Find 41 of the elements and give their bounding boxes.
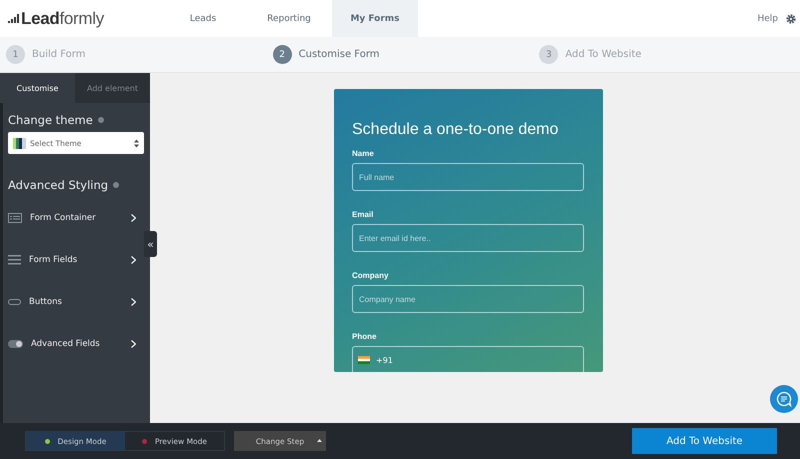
step-number: 2 — [272, 45, 292, 64]
chat-bubble-icon — [776, 391, 792, 407]
step-label[interactable]: Customise Form — [298, 49, 380, 60]
settings-icon[interactable] — [786, 14, 796, 24]
add-to-website-button[interactable]: Add To Website — [632, 428, 777, 454]
sort-arrows-icon — [134, 138, 139, 148]
caret-icon — [317, 439, 322, 442]
styling-menu-item[interactable]: Form Fields — [3, 239, 142, 281]
help-link[interactable]: Help — [757, 14, 778, 24]
text-field[interactable]: Enter email id here.. — [352, 224, 584, 252]
flag-icon — [358, 356, 370, 364]
phone-field[interactable]: +91 — [352, 346, 584, 372]
chat-button[interactable] — [770, 385, 798, 413]
field-label: Email — [352, 210, 374, 219]
step-number: 3 — [539, 45, 558, 64]
section-heading: Advanced Styling — [8, 178, 108, 192]
signal-bars-icon — [8, 14, 19, 23]
theme-swatch-icon — [13, 138, 26, 148]
chevron-right-icon — [131, 214, 136, 222]
step-number: 1 — [6, 45, 25, 64]
section-heading: Change theme — [8, 113, 93, 127]
chevron-right-icon — [131, 298, 136, 306]
field-label: Phone — [352, 332, 378, 341]
pill-icon — [8, 299, 21, 305]
text-field[interactable]: Company name — [352, 285, 584, 313]
list-panel-icon — [8, 213, 22, 223]
field-label: Company — [352, 271, 390, 280]
styling-menu-item[interactable]: Buttons — [3, 281, 142, 323]
chevron-right-icon — [131, 340, 136, 348]
field-label: Name — [352, 149, 375, 158]
brand-logo: Leadformly — [21, 8, 104, 28]
styling-menu-item[interactable]: Advanced Fields — [3, 323, 142, 365]
collapse-handle[interactable]: « — [144, 231, 157, 257]
form-title: Schedule a one-to-one demo — [352, 121, 560, 139]
text-field[interactable]: Full name — [352, 163, 584, 191]
nav-tab[interactable]: My Forms — [332, 0, 418, 37]
styling-menu-item[interactable]: Form Container — [3, 197, 142, 239]
lines-icon — [8, 255, 21, 265]
toggle-icon — [8, 340, 23, 348]
chevron-right-icon — [131, 256, 136, 264]
sidebar-tab[interactable]: Add element — [75, 73, 150, 103]
